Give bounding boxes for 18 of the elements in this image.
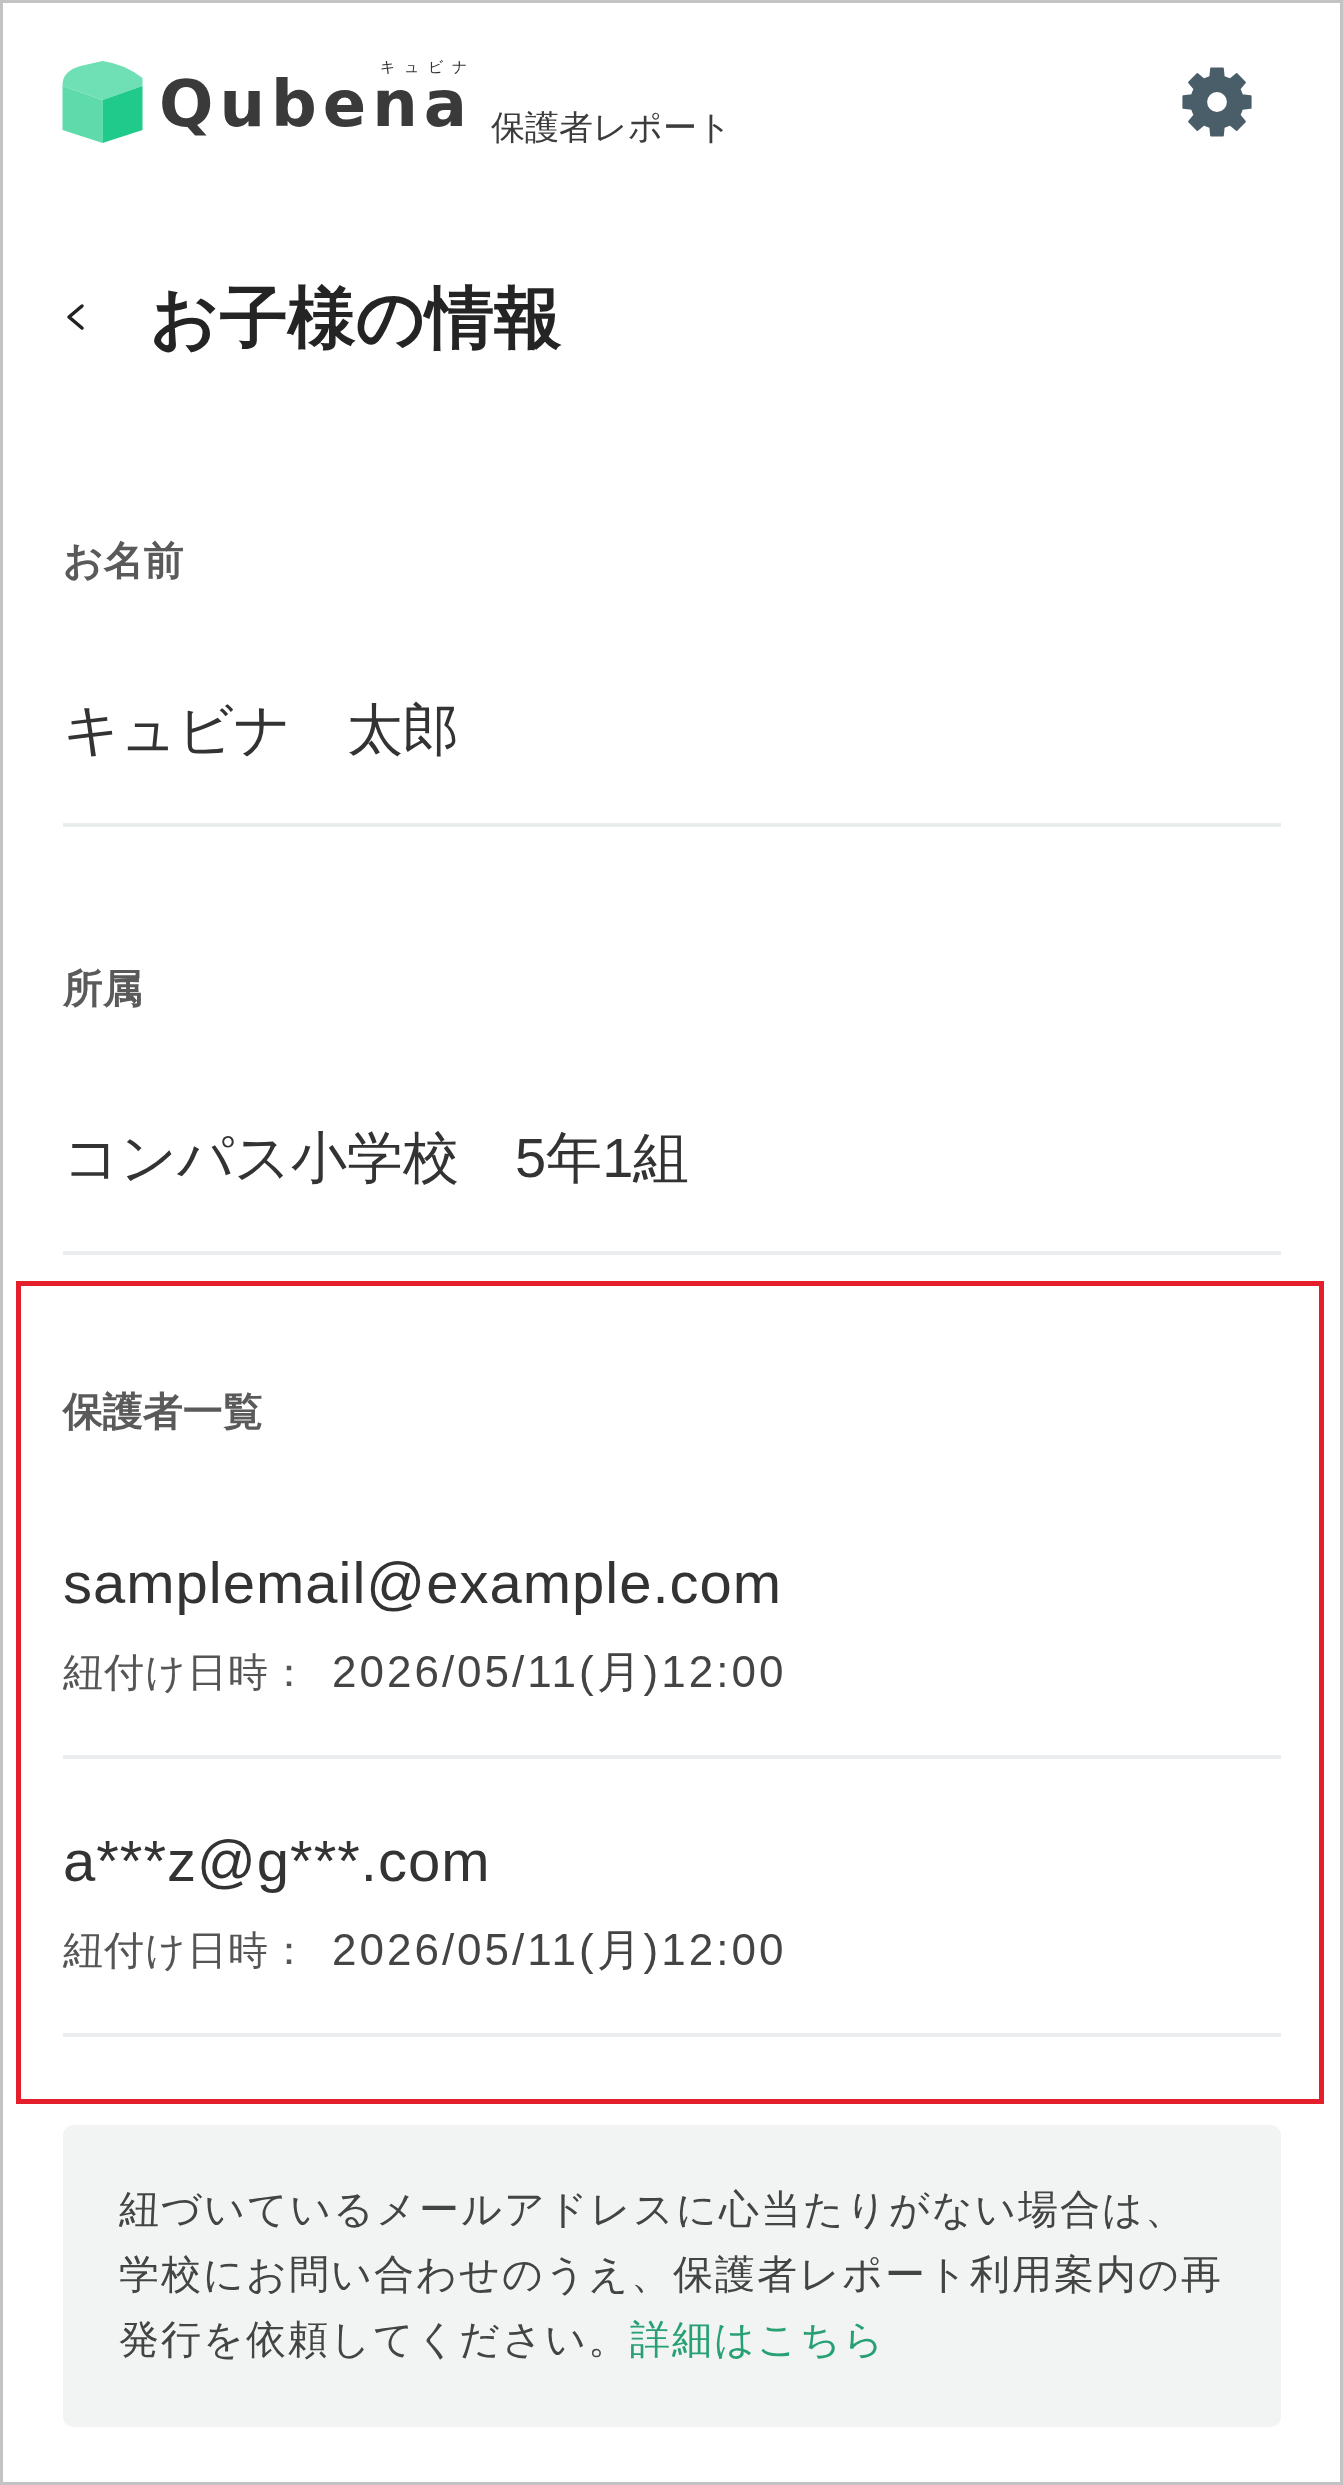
settings-icon[interactable] xyxy=(1181,64,1253,139)
linked-date: 2026/05/11(月)12:00 xyxy=(332,1925,787,1975)
details-link[interactable]: 詳細はこちら xyxy=(630,2317,886,2361)
guardian-email: a***z@g***.com xyxy=(63,1829,492,1893)
linked-date-label: 紐付け日時： xyxy=(63,1927,310,1974)
guardian-email: samplemail@example.com xyxy=(63,1551,784,1615)
notice-text: 紐づいているメールアドレスに心当たりがない場合は、学校にお問い合わせのうえ、保護者レポート利用案内の再発行を依頼してください。詳細はこちら xyxy=(119,2186,1224,2363)
field-value: キュビナ 太郎 xyxy=(63,700,460,760)
field-value: コンパス小学校 5年1組 xyxy=(63,1128,691,1188)
field-label: お名前 xyxy=(63,537,185,584)
linked-date: 2026/05/11(月)12:00 xyxy=(332,1647,787,1697)
header-subtitle: 保護者レポート xyxy=(490,106,732,147)
page-title: お子様の情報 xyxy=(150,282,562,352)
field-label: 所属 xyxy=(63,965,144,1012)
linked-date-label: 紐付け日時： xyxy=(63,1649,310,1696)
logo-ruby-text: キュビナ xyxy=(379,57,476,76)
cube-logo-icon xyxy=(62,60,143,143)
section-label: 保護者一覧 xyxy=(63,1388,264,1435)
